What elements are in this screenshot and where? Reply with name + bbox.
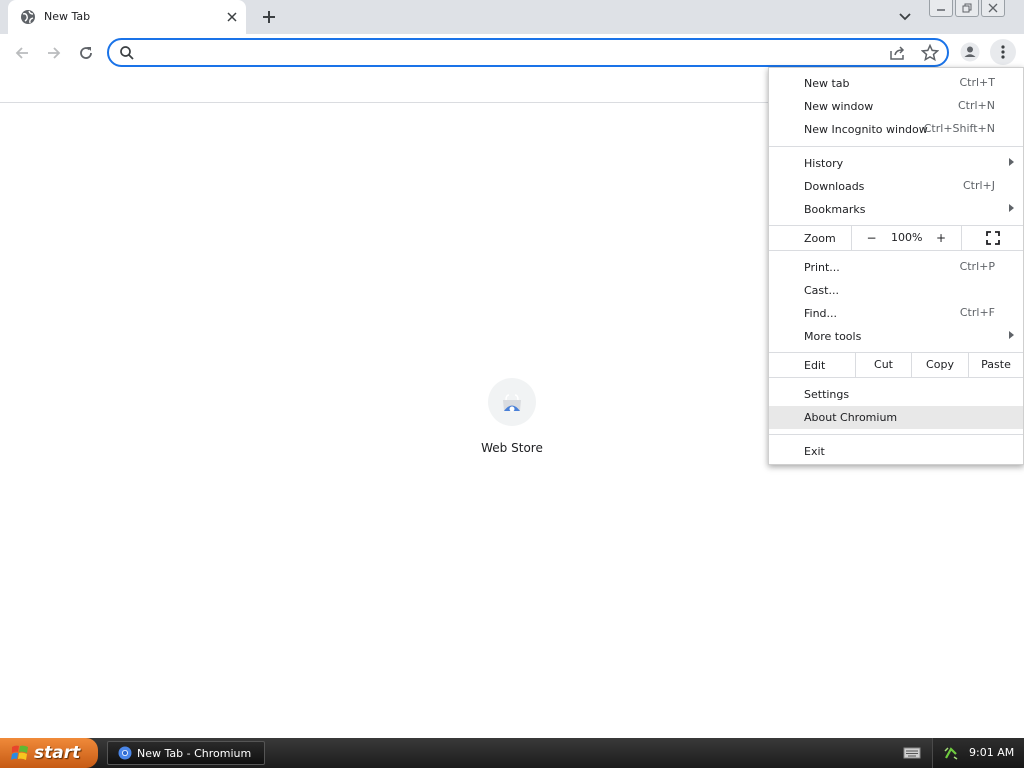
paste-button[interactable]: Paste xyxy=(968,353,1023,377)
arrow-left-icon xyxy=(15,47,28,59)
taskbar-item-label: New Tab - Chromium xyxy=(137,746,252,760)
tab-strip: New Tab xyxy=(0,0,1024,34)
menu-item-more-tools[interactable]: More tools xyxy=(769,325,1023,348)
address-input[interactable] xyxy=(141,43,881,62)
menu-item-label: Bookmarks xyxy=(804,203,866,216)
back-button[interactable] xyxy=(10,41,34,65)
taskbar-item-chromium[interactable]: New Tab - Chromium xyxy=(107,741,265,765)
close-window-button[interactable] xyxy=(981,0,1005,17)
avatar-icon xyxy=(960,42,980,62)
close-icon xyxy=(988,3,998,13)
menu-item-shortcut: Ctrl+F xyxy=(959,306,995,319)
minimize-button[interactable] xyxy=(929,0,953,17)
edit-row: Edit Cut Copy Paste xyxy=(769,353,1023,377)
zoom-row: Zoom − 100% + xyxy=(769,226,1023,250)
submenu-arrow-icon xyxy=(1009,204,1014,212)
tab-new-tab[interactable]: New Tab xyxy=(8,0,246,34)
submenu-arrow-icon xyxy=(1009,331,1014,339)
menu-item-label: Print... xyxy=(804,261,840,274)
web-store-icon xyxy=(503,394,521,412)
zoom-level: 100% xyxy=(891,231,923,244)
menu-item-shortcut: Ctrl+N xyxy=(957,99,995,112)
menu-item-label: Find... xyxy=(804,307,838,320)
chrome-menu-button[interactable] xyxy=(990,39,1016,65)
arrow-right-icon xyxy=(48,47,61,59)
taskbar: start New Tab - Chromium 9:01 AM xyxy=(0,738,1024,768)
share-icon[interactable] xyxy=(889,45,907,61)
menu-item-bookmarks[interactable]: Bookmarks xyxy=(769,198,1023,221)
menu-item-new-window[interactable]: New window Ctrl+N xyxy=(769,95,1023,118)
copy-button[interactable]: Copy xyxy=(911,353,968,377)
menu-separator xyxy=(769,146,1023,147)
restore-icon xyxy=(962,3,972,13)
cut-button[interactable]: Cut xyxy=(855,353,911,377)
menu-item-history[interactable]: History xyxy=(769,152,1023,175)
menu-item-label: Cast... xyxy=(804,284,839,297)
toolbar xyxy=(0,34,1024,70)
menu-item-label: More tools xyxy=(804,330,862,343)
start-label: start xyxy=(34,743,81,763)
globe-icon xyxy=(21,10,35,24)
menu-separator xyxy=(769,377,1023,378)
chevron-down-icon xyxy=(899,13,911,21)
tab-search-button[interactable] xyxy=(894,6,916,28)
menu-separator xyxy=(769,434,1023,435)
menu-item-downloads[interactable]: Downloads Ctrl+J xyxy=(769,175,1023,198)
search-icon xyxy=(120,46,134,60)
menu-item-label: About Chromium xyxy=(804,411,898,424)
tab-title: New Tab xyxy=(44,10,91,23)
minimize-icon xyxy=(937,9,945,11)
new-tab-button[interactable] xyxy=(258,6,280,28)
menu-item-label: New tab xyxy=(804,77,850,90)
menu-item-shortcut: Ctrl+T xyxy=(959,76,995,89)
menu-item-exit[interactable]: Exit xyxy=(769,440,1023,463)
menu-item-cast[interactable]: Cast... xyxy=(769,279,1023,302)
menu-separator xyxy=(769,250,1023,251)
menu-item-label: New window xyxy=(804,100,874,113)
menu-item-new-tab[interactable]: New tab Ctrl+T xyxy=(769,72,1023,95)
shortcut-tile xyxy=(488,378,536,426)
fullscreen-icon xyxy=(985,231,1000,245)
menu-item-shortcut: Ctrl+J xyxy=(962,179,995,192)
chromium-icon xyxy=(118,746,132,760)
menu-item-about-chromium[interactable]: About Chromium xyxy=(769,406,1023,429)
network-icon[interactable] xyxy=(943,745,959,761)
bookmark-star-icon[interactable] xyxy=(921,44,939,62)
zoom-label: Zoom xyxy=(804,232,836,245)
menu-item-label: History xyxy=(804,157,844,170)
menu-item-shortcut: Ctrl+P xyxy=(959,260,995,273)
more-vert-icon xyxy=(1001,45,1005,59)
submenu-arrow-icon xyxy=(1009,158,1014,166)
menu-item-find[interactable]: Find... Ctrl+F xyxy=(769,302,1023,325)
reload-icon xyxy=(80,47,92,59)
chrome-app-menu: New tab Ctrl+T New window Ctrl+N New Inc… xyxy=(768,67,1024,465)
address-bar[interactable] xyxy=(107,38,949,67)
keyboard-icon[interactable] xyxy=(903,746,921,760)
menu-item-label: New Incognito window xyxy=(804,123,928,136)
clock: 9:01 AM xyxy=(969,746,1015,759)
windows-logo-icon xyxy=(11,745,28,760)
restore-button[interactable] xyxy=(955,0,979,17)
shortcut-label: Web Store xyxy=(481,441,543,455)
fullscreen-button[interactable] xyxy=(961,226,1023,250)
menu-item-label: Exit xyxy=(804,445,825,458)
edit-label: Edit xyxy=(804,359,826,372)
window-controls xyxy=(927,0,1005,18)
start-button[interactable]: start xyxy=(0,738,98,768)
shortcut-web-store[interactable]: Web Store xyxy=(470,376,554,466)
plus-icon xyxy=(263,11,275,23)
zoom-out-button[interactable]: − xyxy=(851,226,891,250)
forward-button[interactable] xyxy=(42,41,66,65)
menu-item-new-incognito-window[interactable]: New Incognito window Ctrl+Shift+N xyxy=(769,118,1023,141)
system-tray: 9:01 AM xyxy=(932,738,1024,768)
menu-item-label: Downloads xyxy=(804,180,865,193)
menu-item-shortcut: Ctrl+Shift+N xyxy=(923,122,995,135)
reload-button[interactable] xyxy=(74,41,98,65)
close-tab-icon[interactable] xyxy=(224,9,240,25)
menu-item-settings[interactable]: Settings xyxy=(769,383,1023,406)
menu-item-label: Settings xyxy=(804,388,850,401)
menu-item-print[interactable]: Print... Ctrl+P xyxy=(769,256,1023,279)
profile-button[interactable] xyxy=(958,40,982,64)
zoom-in-button[interactable]: + xyxy=(921,226,961,250)
